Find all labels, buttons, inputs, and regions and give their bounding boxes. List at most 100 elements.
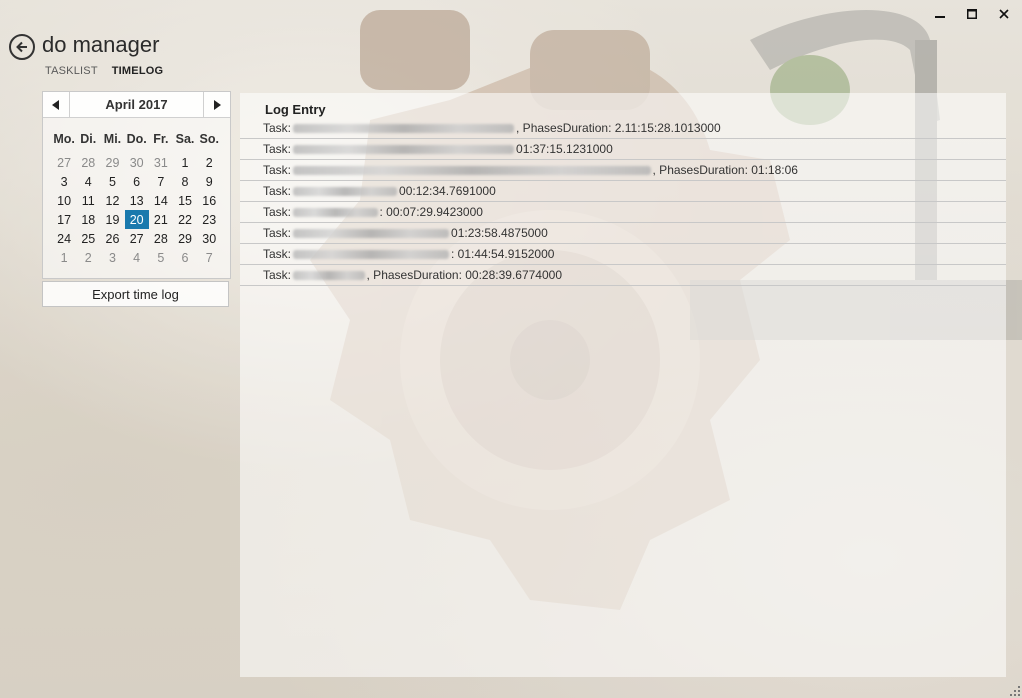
previous-month-button[interactable]	[43, 92, 70, 117]
calendar-day[interactable]: 12	[100, 191, 124, 210]
calendar-day[interactable]: 27	[125, 229, 149, 248]
log-entry-duration: , PhasesDuration: 01:18:06	[652, 163, 798, 177]
log-entry-duration: , PhasesDuration: 00:28:39.6774000	[366, 268, 562, 282]
calendar-day[interactable]: 19	[100, 210, 124, 229]
close-button[interactable]	[988, 6, 1020, 22]
log-entry-duration: 01:23:58.4875000	[451, 226, 548, 240]
resize-grip-icon[interactable]	[1010, 686, 1020, 696]
log-entry-duration: : 01:44:54.9152000	[451, 247, 555, 261]
log-entry-header: Log Entry	[265, 102, 326, 117]
log-entry-duration: , PhasesDuration: 2.11:15:28.1013000	[516, 121, 721, 135]
calendar-day[interactable]: 6	[125, 172, 149, 191]
calendar-day[interactable]: 2	[76, 248, 100, 267]
window-controls	[924, 6, 1020, 22]
log-entry-row[interactable]: Task: , PhasesDuration: 01:18:06	[240, 160, 1006, 181]
weekday-label: Di.	[80, 132, 97, 146]
log-list: Task: , PhasesDuration: 2.11:15:28.101300…	[240, 118, 1006, 286]
log-entry-prefix: Task:	[263, 142, 292, 156]
calendar-day[interactable]: 2	[197, 153, 221, 172]
month-label[interactable]: April 2017	[70, 92, 203, 117]
log-entry-row[interactable]: Task: : 00:07:29.9423000	[240, 202, 1006, 223]
calendar-day[interactable]: 14	[149, 191, 173, 210]
close-icon	[999, 9, 1009, 19]
calendar-day[interactable]: 29	[173, 229, 197, 248]
calendar-day[interactable]: 4	[125, 248, 149, 267]
next-month-button[interactable]	[203, 92, 230, 117]
calendar-day[interactable]: 10	[52, 191, 76, 210]
calendar-header: April 2017	[43, 92, 230, 118]
calendar-day[interactable]: 7	[149, 172, 173, 191]
calendar-day[interactable]: 23	[197, 210, 221, 229]
calendar-day[interactable]: 1	[173, 153, 197, 172]
log-entry-duration: 01:37:15.1231000	[516, 142, 613, 156]
calendar-day[interactable]: 13	[125, 191, 149, 210]
calendar-day[interactable]: 3	[100, 248, 124, 267]
log-entry-duration: : 00:07:29.9423000	[379, 205, 483, 219]
weekday-header: Mo. Di. Mi. Do. Fr. Sa. So.	[52, 132, 230, 146]
calendar-day[interactable]: 9	[197, 172, 221, 191]
calendar-day[interactable]: 11	[76, 191, 100, 210]
log-entry-row[interactable]: Task: 01:37:15.1231000	[240, 139, 1006, 160]
calendar-day[interactable]: 6	[173, 248, 197, 267]
calendar-day[interactable]: 22	[173, 210, 197, 229]
log-entry-row[interactable]: Task: 01:23:58.4875000	[240, 223, 1006, 244]
log-entry-prefix: Task:	[263, 247, 292, 261]
calendar-day[interactable]: 5	[149, 248, 173, 267]
redacted-task-name	[293, 123, 515, 133]
chevron-right-icon	[214, 99, 221, 110]
calendar-day[interactable]: 7	[197, 248, 221, 267]
log-entry-prefix: Task:	[263, 226, 292, 240]
maximize-button[interactable]	[956, 6, 988, 22]
redacted-task-name	[293, 207, 378, 217]
redacted-task-name	[293, 228, 450, 238]
calendar-day[interactable]: 30	[197, 229, 221, 248]
calendar-day[interactable]: 3	[52, 172, 76, 191]
calendar-day[interactable]: 30	[125, 153, 149, 172]
log-entry-prefix: Task:	[263, 205, 292, 219]
weekday-label: Mo.	[53, 132, 75, 146]
weekday-label: Do.	[126, 132, 147, 146]
log-entry-row[interactable]: Task: , PhasesDuration: 2.11:15:28.101300…	[240, 118, 1006, 139]
calendar-day-selected[interactable]: 20	[124, 210, 149, 229]
log-entry-duration: 00:12:34.7691000	[399, 184, 496, 198]
export-time-log-button[interactable]: Export time log	[42, 281, 229, 307]
redacted-task-name	[293, 165, 651, 175]
calendar-day[interactable]: 17	[52, 210, 76, 229]
redacted-task-name	[293, 249, 450, 259]
log-entry-row[interactable]: Task: : 01:44:54.9152000	[240, 244, 1006, 265]
calendar-day[interactable]: 15	[173, 191, 197, 210]
calendar-day[interactable]: 31	[149, 153, 173, 172]
calendar-day[interactable]: 21	[149, 210, 173, 229]
log-entry-prefix: Task:	[263, 184, 292, 198]
calendar-day[interactable]: 29	[100, 153, 124, 172]
weekday-label: Mi.	[103, 132, 122, 146]
log-entry-prefix: Task:	[263, 163, 292, 177]
log-entry-row[interactable]: Task: , PhasesDuration: 00:28:39.6774000	[240, 265, 1006, 286]
tab-timelog[interactable]: TIMELOG	[112, 65, 164, 77]
calendar-day[interactable]: 18	[76, 210, 100, 229]
maximize-icon	[967, 9, 977, 19]
weekday-label: Fr.	[153, 132, 169, 146]
calendar-day[interactable]: 4	[76, 172, 100, 191]
calendar-day[interactable]: 26	[100, 229, 124, 248]
calendar-day[interactable]: 24	[52, 229, 76, 248]
minimize-button[interactable]	[924, 6, 956, 22]
calendar-day[interactable]: 16	[197, 191, 221, 210]
calendar-day[interactable]: 28	[76, 153, 100, 172]
calendar-day[interactable]: 5	[100, 172, 124, 191]
calendar-day[interactable]: 1	[52, 248, 76, 267]
tab-tasklist[interactable]: TASKLIST	[45, 65, 98, 77]
back-arrow-icon	[16, 41, 27, 53]
log-entry-prefix: Task:	[263, 268, 292, 282]
calendar-day[interactable]: 8	[173, 172, 197, 191]
calendar-days: 27 28 29 30 31 1 2 3 4 5 6 7 8 9 10 11 12 13 14 15 16 17 18 19 2…	[52, 153, 230, 267]
calendar-day[interactable]: 25	[76, 229, 100, 248]
calendar-day[interactable]: 28	[149, 229, 173, 248]
app-title: do manager	[42, 32, 160, 57]
back-button[interactable]	[9, 34, 35, 60]
calendar-day[interactable]: 27	[52, 153, 76, 172]
log-panel: Log Entry Task: , PhasesDuration: 2.11:15…	[240, 93, 1006, 677]
redacted-task-name	[293, 270, 365, 280]
minimize-icon	[935, 16, 945, 18]
log-entry-row[interactable]: Task: 00:12:34.7691000	[240, 181, 1006, 202]
